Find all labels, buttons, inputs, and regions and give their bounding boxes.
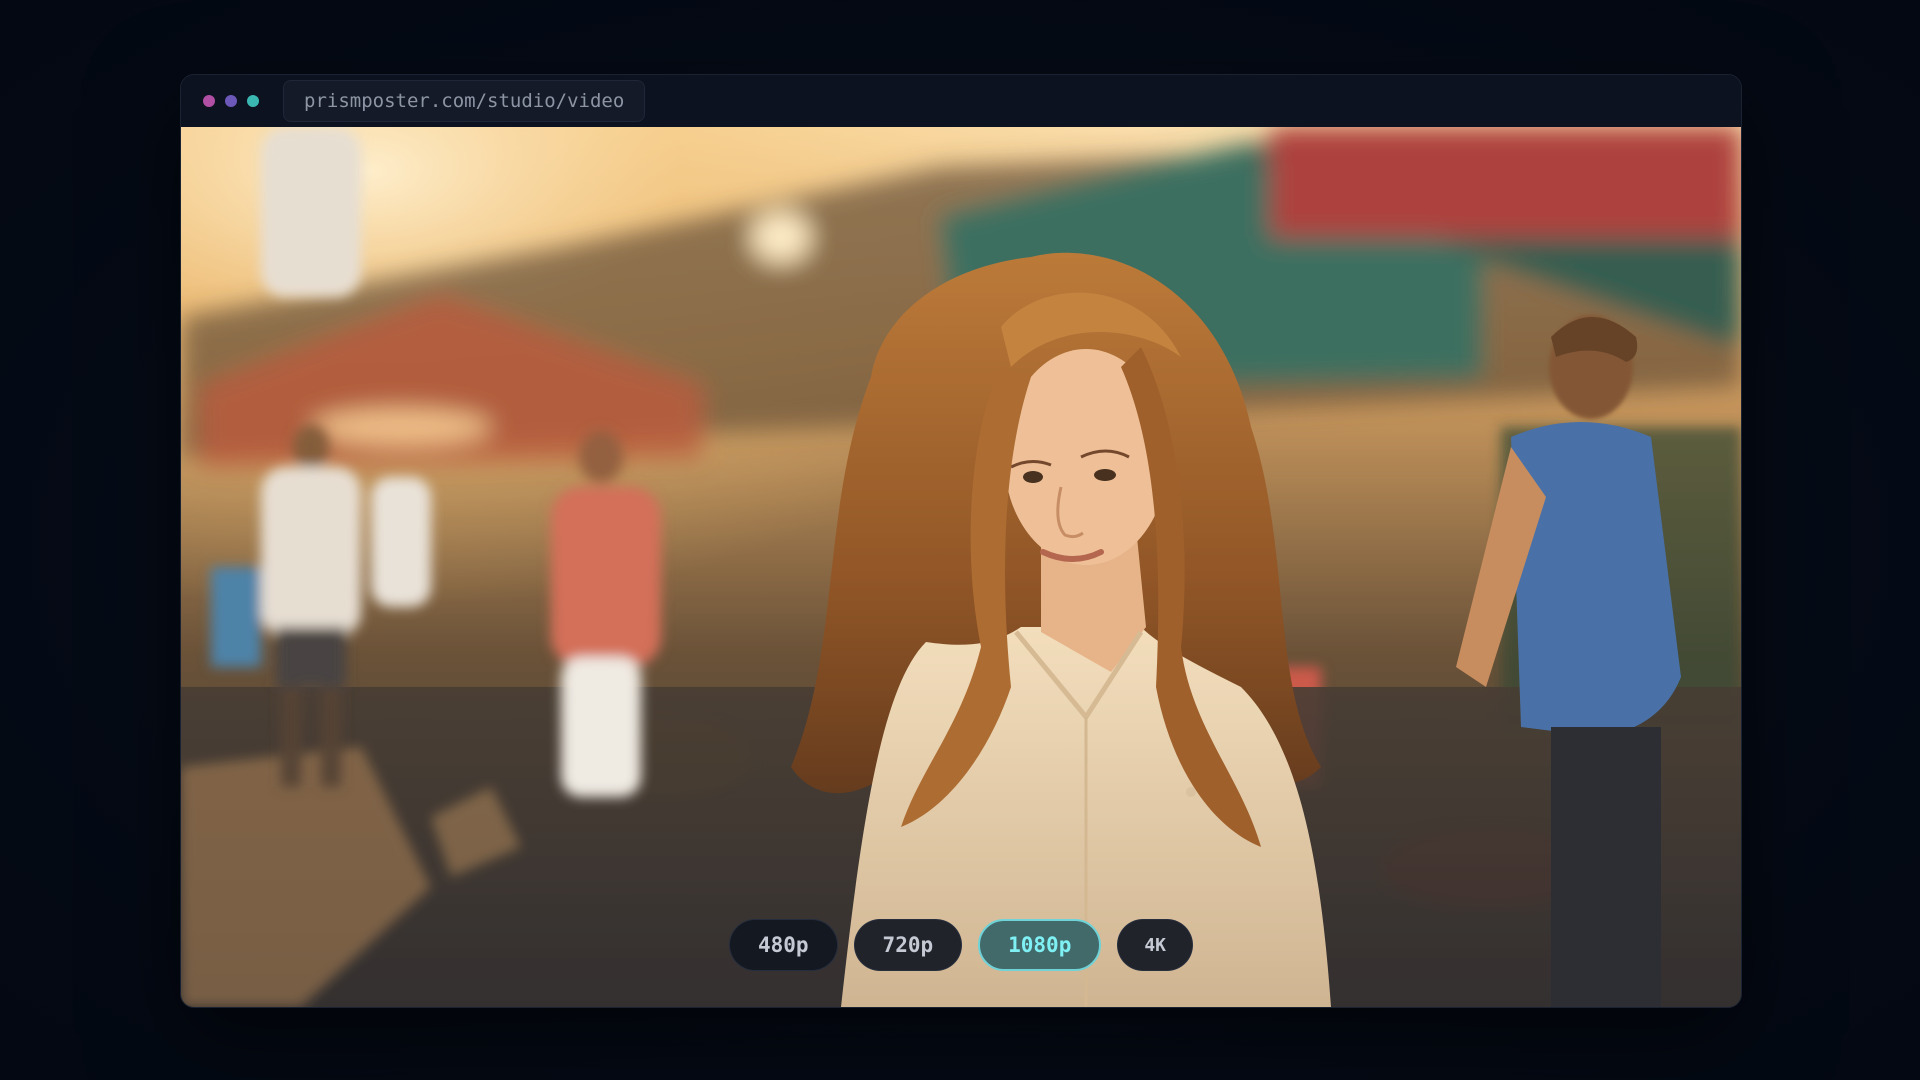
url-text: prismposter.com/studio/video bbox=[304, 90, 625, 112]
close-dot-icon[interactable] bbox=[203, 95, 215, 107]
video-player[interactable]: 480p 720p 1080p 4K bbox=[181, 127, 1741, 1007]
address-bar[interactable]: prismposter.com/studio/video bbox=[283, 80, 646, 122]
window-controls bbox=[203, 95, 259, 107]
quality-option-4k[interactable]: 4K bbox=[1117, 919, 1194, 971]
quality-selector: 480p 720p 1080p 4K bbox=[181, 919, 1741, 971]
quality-option-720p[interactable]: 720p bbox=[853, 919, 963, 971]
video-frame bbox=[181, 127, 1741, 1007]
maximize-dot-icon[interactable] bbox=[247, 95, 259, 107]
quality-option-1080p[interactable]: 1080p bbox=[978, 919, 1102, 971]
title-bar: prismposter.com/studio/video bbox=[181, 75, 1741, 127]
quality-option-480p[interactable]: 480p bbox=[728, 919, 838, 971]
browser-window: prismposter.com/studio/video 480p 720p 1… bbox=[180, 74, 1742, 1008]
minimize-dot-icon[interactable] bbox=[225, 95, 237, 107]
